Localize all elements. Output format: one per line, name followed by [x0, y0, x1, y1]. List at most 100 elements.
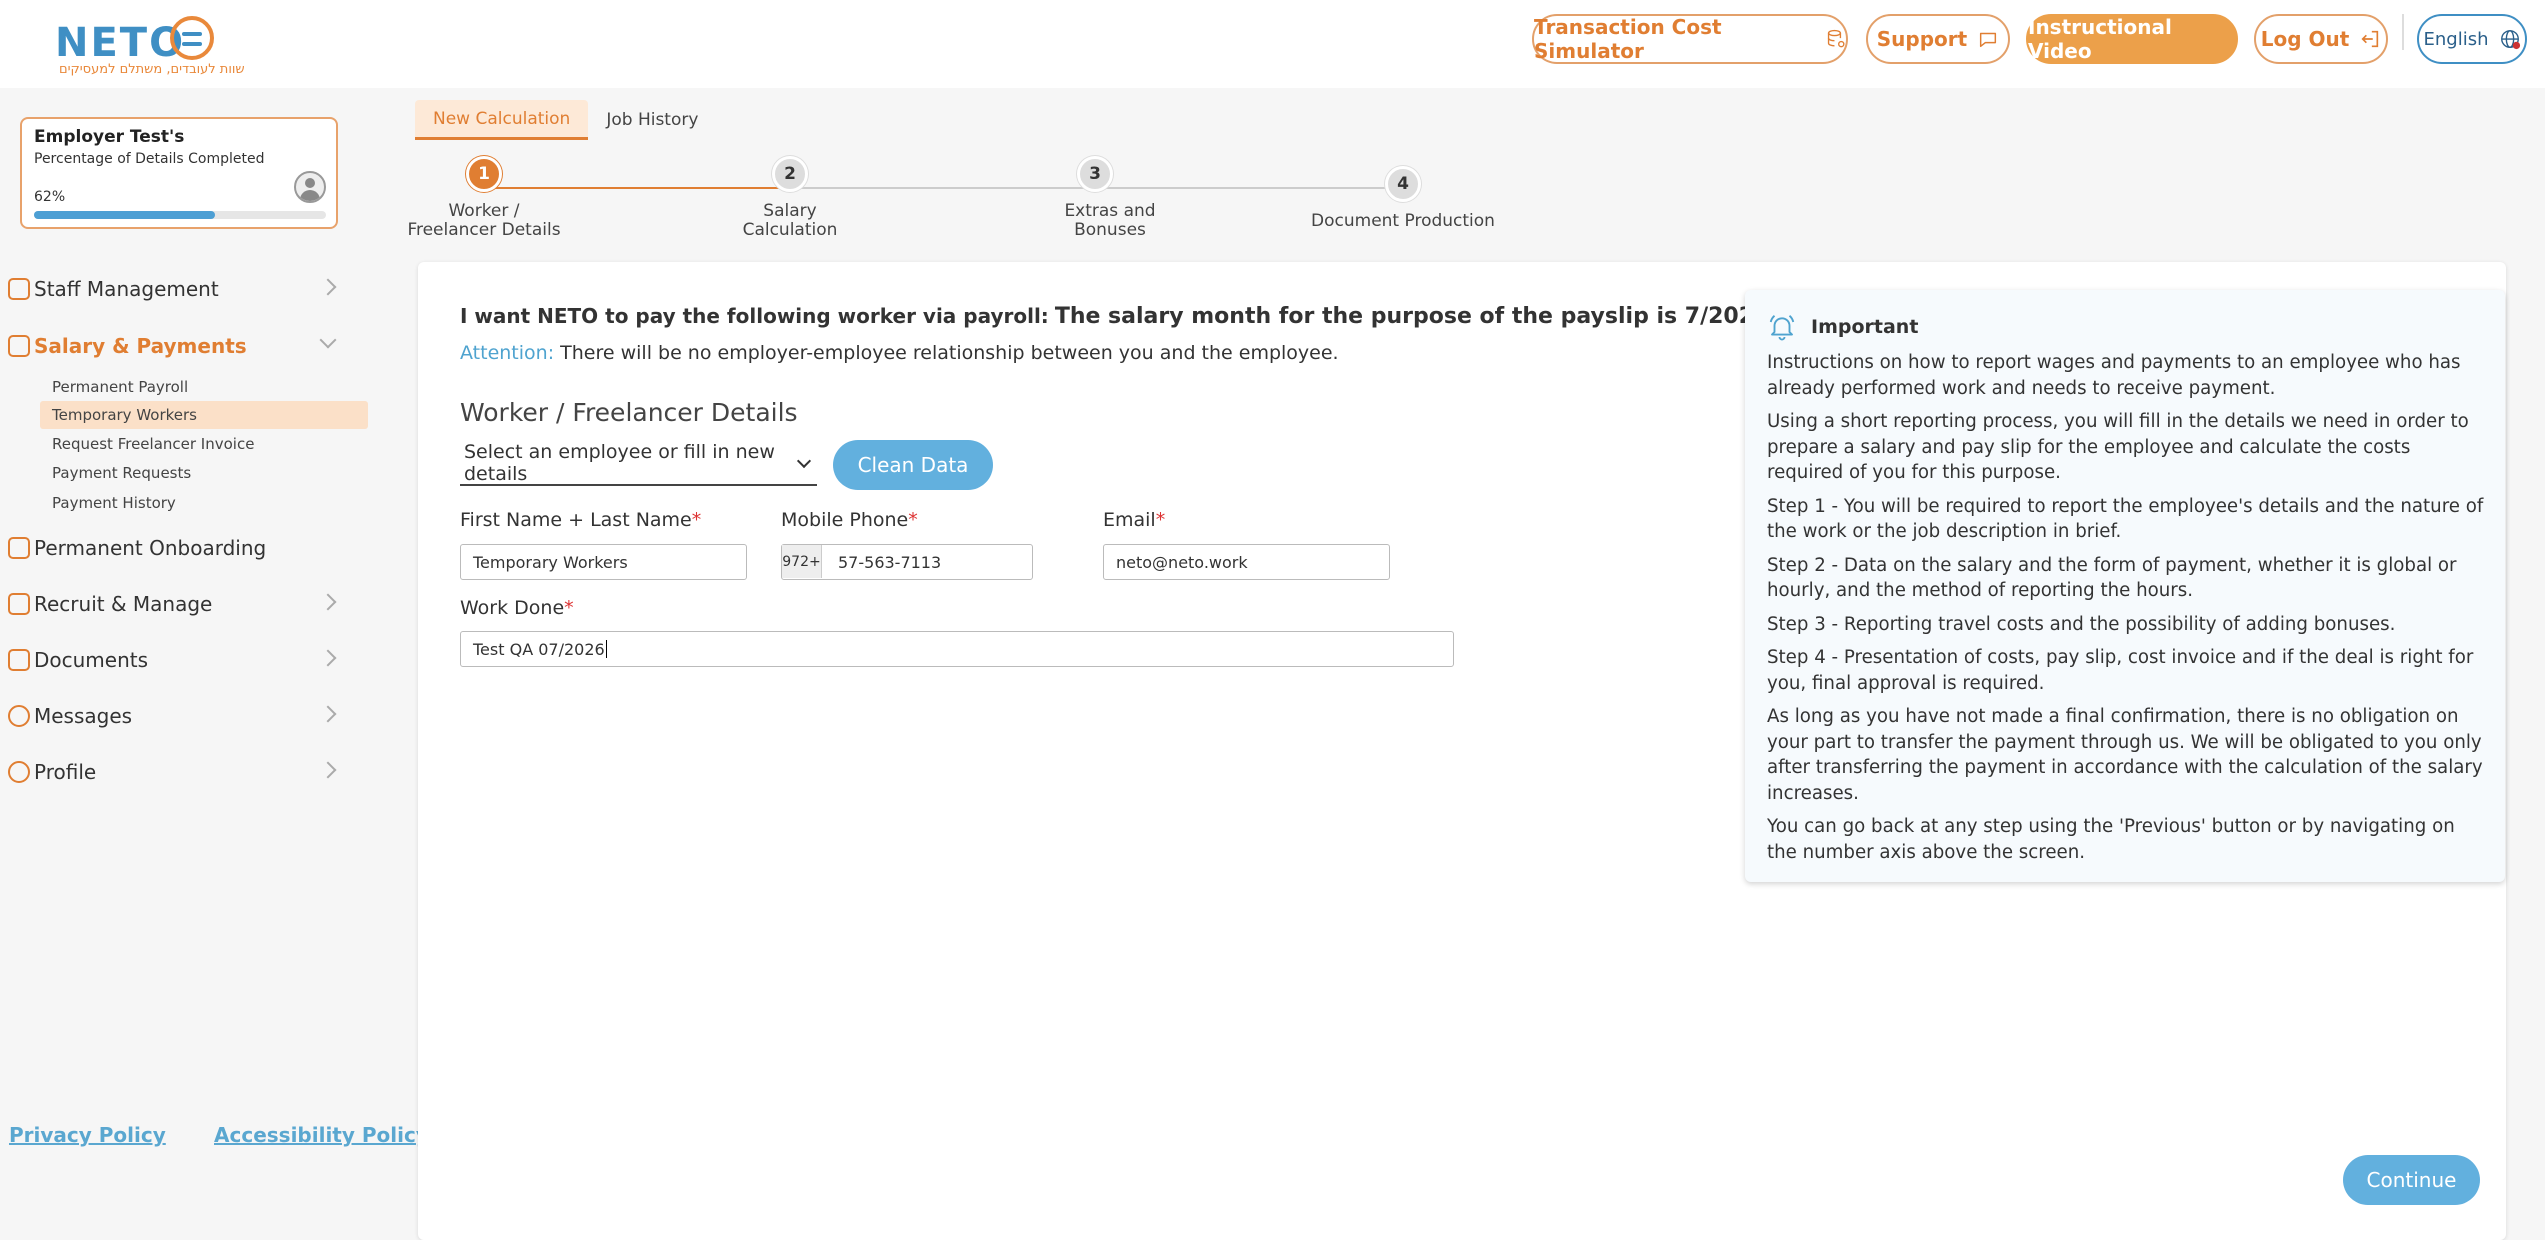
step-4[interactable]: 4: [1385, 166, 1421, 202]
step-label-line: Calculation: [742, 220, 838, 240]
logo-text: NETO: [55, 20, 186, 66]
instructional-video-button[interactable]: Instructional Video: [2026, 14, 2238, 64]
bell-icon: [1769, 315, 1795, 341]
step-connector: [790, 187, 1095, 189]
sidebar-item-documents[interactable]: Documents: [0, 640, 350, 680]
subitem-label: Payment History: [52, 494, 176, 512]
important-paragraph: You can go back at any step using the 'P…: [1767, 816, 2455, 863]
name-field[interactable]: Temporary Workers: [460, 544, 747, 580]
subitem-temporary-workers[interactable]: Temporary Workers: [40, 401, 368, 429]
avatar-icon: [294, 171, 326, 203]
sidebar-item-label: Permanent Onboarding: [34, 536, 267, 560]
chevron-right-icon: [319, 649, 337, 667]
neto-logo[interactable]: NETO שוות לעובדים, משתלם למעסיקים: [55, 16, 245, 78]
email-field[interactable]: neto@neto.work: [1103, 544, 1390, 580]
subitem-label: Request Freelancer Invoice: [52, 435, 255, 453]
important-paragraph: Using a short reporting process, you wil…: [1767, 411, 2469, 483]
employee-select-value: Select an employee or fill in new detail…: [464, 441, 775, 485]
language-switcher[interactable]: English: [2417, 14, 2527, 64]
messages-icon: [8, 705, 30, 727]
logout-button[interactable]: Log Out: [2254, 14, 2388, 64]
attention-line: Attention: There will be no employer-emp…: [460, 342, 1339, 364]
staff-icon: [8, 278, 30, 300]
profile-completion-card[interactable]: Employer Test's Percentage of Details Co…: [20, 117, 338, 229]
important-title: Important: [1811, 316, 1919, 338]
email-field-label: Email*: [1103, 509, 1165, 531]
sidebar-item-permanent-onboarding[interactable]: Permanent Onboarding: [0, 528, 350, 568]
phone-label-text: Mobile Phone: [781, 509, 909, 531]
work-done-field-label: Work Done*: [460, 597, 574, 619]
employee-select[interactable]: Select an employee or fill in new detail…: [460, 441, 817, 486]
chevron-down-icon: [319, 331, 337, 349]
step-1-label: Worker / Freelancer Details: [384, 202, 584, 240]
important-paragraph: Step 2 - Data on the salary and the form…: [1767, 554, 2457, 602]
completion-percent: 62%: [34, 189, 66, 205]
email-label-text: Email: [1103, 509, 1156, 531]
sidebar-item-staff-management[interactable]: Staff Management: [0, 269, 350, 309]
step-3-label: Extras and Bonuses: [1010, 202, 1210, 240]
sidebar-item-label: Salary & Payments: [34, 334, 247, 358]
sidebar-item-recruit-manage[interactable]: Recruit & Manage: [0, 584, 350, 624]
work-done-label-text: Work Done: [460, 597, 565, 619]
completion-progress-bar: [34, 211, 326, 219]
step-label-line: Freelancer Details: [407, 220, 561, 240]
progress-stepper: 1 2 3 4 Worker / Freelancer Details Sala…: [407, 150, 1515, 250]
step-label-line: Bonuses: [1074, 220, 1146, 240]
important-paragraph: Step 4 - Presentation of costs, pay slip…: [1767, 647, 2474, 694]
section-title: Worker / Freelancer Details: [460, 398, 798, 427]
step-3[interactable]: 3: [1077, 156, 1113, 192]
subitem-label: Temporary Workers: [52, 406, 197, 424]
phone-field-label: Mobile Phone*: [781, 509, 918, 531]
required-mark: *: [908, 509, 918, 531]
transaction-cost-simulator-button[interactable]: Transaction Cost Simulator: [1532, 14, 1848, 64]
grid-icon: [8, 593, 30, 615]
step-label-line: Extras and: [1064, 201, 1156, 221]
database-icon: [1827, 29, 1845, 48]
attention-text: There will be no employer-employee relat…: [560, 342, 1339, 364]
important-body: Instructions on how to report wages and …: [1767, 350, 2489, 873]
simulator-label: Transaction Cost Simulator: [1534, 15, 1722, 63]
step-label-line: Document Production: [1311, 211, 1495, 231]
subitem-payment-history[interactable]: Payment History: [40, 489, 368, 517]
step-label-line: Salary: [763, 201, 817, 221]
name-field-value: Temporary Workers: [473, 552, 628, 572]
continue-button[interactable]: Continue: [2343, 1155, 2480, 1205]
clean-data-button[interactable]: Clean Data: [833, 440, 993, 490]
tab-job-history[interactable]: Job History: [588, 100, 716, 140]
chevron-right-icon: [319, 278, 337, 296]
important-paragraph: Instructions on how to report wages and …: [1767, 352, 2461, 399]
logo-tagline: שוות לעובדים, משתלם למעסיקים: [59, 62, 245, 77]
phone-field[interactable]: 972+ 57-563-7113: [781, 544, 1033, 580]
subitem-payment-requests[interactable]: Payment Requests: [40, 459, 368, 487]
privacy-policy-link[interactable]: Privacy Policy: [9, 1123, 166, 1147]
accessibility-policy-link[interactable]: Accessibility Policy: [214, 1123, 429, 1147]
step-2[interactable]: 2: [772, 156, 808, 192]
step-connector: [1095, 187, 1403, 189]
important-paragraph: As long as you have not made a final con…: [1767, 706, 2483, 804]
subitem-permanent-payroll[interactable]: Permanent Payroll: [40, 373, 368, 401]
step-1[interactable]: 1: [466, 156, 502, 192]
header-divider: [2402, 14, 2404, 50]
support-button[interactable]: Support: [1866, 14, 2010, 64]
work-done-field[interactable]: Test QA 07/2026: [460, 631, 1454, 667]
phone-country-prefix[interactable]: 972+: [782, 545, 822, 578]
intro-line: I want NETO to pay the following worker …: [460, 304, 1769, 329]
chevron-right-icon: [319, 593, 337, 611]
salary-month-text: The salary month for the purpose of the …: [1054, 304, 1770, 329]
sidebar-item-label: Recruit & Manage: [34, 592, 213, 616]
important-paragraph: Step 3 - Reporting travel costs and the …: [1767, 613, 2396, 635]
subitem-request-freelancer-invoice[interactable]: Request Freelancer Invoice: [40, 430, 368, 458]
tab-new-calculation[interactable]: New Calculation: [415, 100, 589, 140]
work-done-field-value: Test QA 07/2026: [473, 639, 605, 659]
step-4-label: Document Production: [1303, 212, 1503, 231]
documents-icon: [8, 649, 30, 671]
important-paragraph: Step 1 - You will be required to report …: [1767, 495, 2484, 543]
logo-mark: [170, 16, 214, 60]
top-header: NETO שוות לעובדים, משתלם למעסיקים Transa…: [0, 0, 2545, 88]
sidebar-item-profile[interactable]: Profile: [0, 752, 350, 792]
sidebar-item-salary-payments[interactable]: Salary & Payments: [0, 326, 350, 366]
completion-progress-fill: [34, 211, 216, 219]
sidebar-item-messages[interactable]: Messages: [0, 696, 350, 736]
calculation-tabs: New Calculation Job History: [415, 100, 716, 140]
video-label: Instructional Video: [2028, 15, 2172, 63]
